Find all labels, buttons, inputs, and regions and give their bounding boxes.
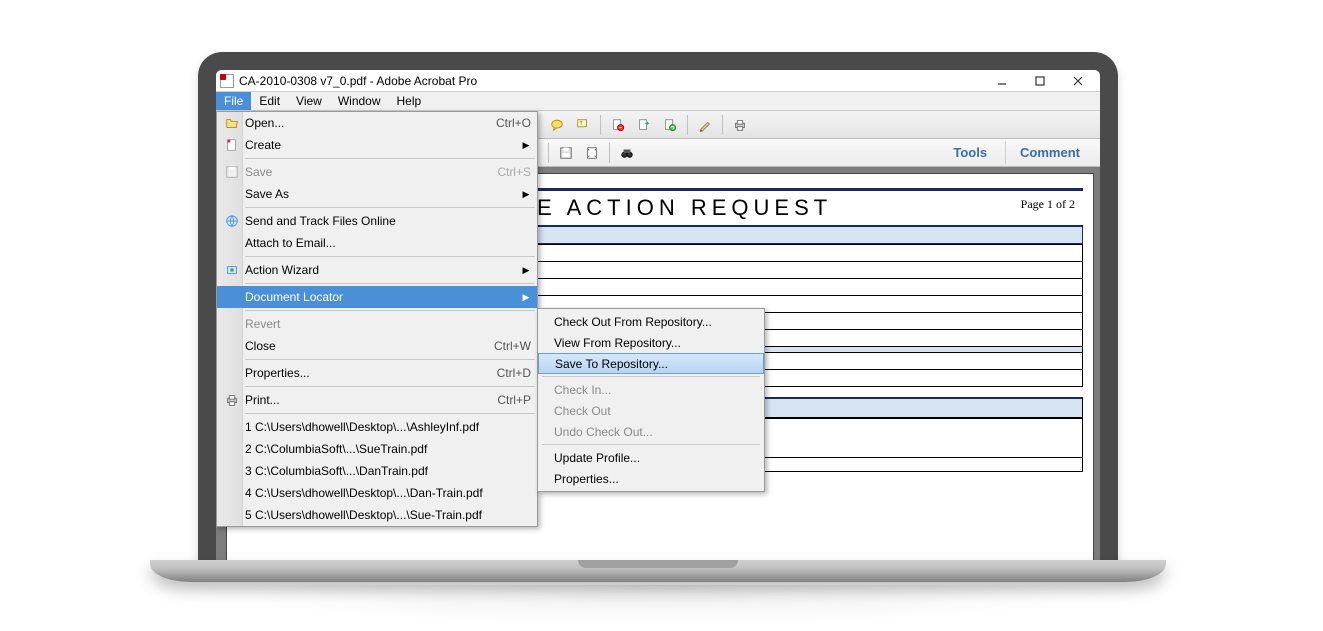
create-doc-icon: [221, 138, 243, 152]
submenu-save-to-repo[interactable]: Save To Repository...: [538, 353, 764, 374]
menu-recent-4[interactable]: 4 C:\Users\dhowell\Desktop\...\Dan-Train…: [217, 482, 537, 504]
open-folder-icon: [221, 116, 243, 130]
submenu-view[interactable]: View From Repository...: [538, 332, 764, 353]
window-title: CA-2010-0308 v7_0.pdf - Adobe Acrobat Pr…: [239, 74, 988, 88]
globe-icon: [221, 214, 243, 228]
binoculars-icon[interactable]: [616, 142, 638, 164]
submenu-arrow-icon: ▶: [521, 189, 531, 200]
menu-view[interactable]: View: [288, 92, 330, 110]
submenu-arrow-icon: ▶: [521, 265, 531, 276]
menu-recent-2[interactable]: 2 C:\ColumbiaSoft\...\SueTrain.pdf: [217, 438, 537, 460]
menu-recent-5[interactable]: 5 C:\Users\dhowell\Desktop\...\Sue-Train…: [217, 504, 537, 526]
save-disk-icon: [221, 165, 243, 179]
tab-comment[interactable]: Comment: [1005, 141, 1094, 164]
menu-close[interactable]: Close Ctrl+W: [217, 335, 537, 357]
page-fit-icon[interactable]: [581, 142, 603, 164]
menu-recent-1[interactable]: 1 C:\Users\dhowell\Desktop\...\AshleyInf…: [217, 416, 537, 438]
printer-icon[interactable]: [729, 114, 751, 136]
menu-edit[interactable]: Edit: [251, 92, 288, 110]
menu-action-wizard[interactable]: Action Wizard ▶: [217, 259, 537, 281]
menu-window[interactable]: Window: [330, 92, 389, 110]
submenu-checkout2: Check Out: [538, 400, 764, 421]
pencil-icon[interactable]: [694, 114, 716, 136]
menu-save: Save Ctrl+S: [217, 161, 537, 183]
minimize-button[interactable]: [988, 72, 1016, 90]
submenu-checkin: Check In...: [538, 379, 764, 400]
menu-attach-email[interactable]: Attach to Email...: [217, 232, 537, 254]
menu-document-locator[interactable]: Document Locator ▶: [217, 286, 537, 308]
titlebar: CA-2010-0308 v7_0.pdf - Adobe Acrobat Pr…: [216, 70, 1100, 92]
menu-send-track[interactable]: Send and Track Files Online: [217, 210, 537, 232]
submenu-checkout[interactable]: Check Out From Repository...: [538, 311, 764, 332]
close-button[interactable]: [1064, 72, 1092, 90]
menu-recent-3[interactable]: 3 C:\ColumbiaSoft\...\DanTrain.pdf: [217, 460, 537, 482]
printer-icon: [221, 393, 243, 407]
submenu-properties[interactable]: Properties...: [538, 468, 764, 489]
maximize-button[interactable]: [1026, 72, 1054, 90]
save-icon[interactable]: [555, 142, 577, 164]
doc-export-icon[interactable]: [633, 114, 655, 136]
text-callout-icon[interactable]: T: [572, 114, 594, 136]
menu-print[interactable]: Print... Ctrl+P: [217, 389, 537, 411]
menu-help[interactable]: Help: [389, 92, 430, 110]
doc-title-text: TIVE ACTION REQUEST: [488, 195, 832, 220]
tab-tools[interactable]: Tools: [939, 141, 1001, 164]
comment-bubble-icon[interactable]: [546, 114, 568, 136]
menu-save-as[interactable]: Save As ▶: [217, 183, 537, 205]
doc-refresh-icon[interactable]: [659, 114, 681, 136]
menu-properties[interactable]: Properties... Ctrl+D: [217, 362, 537, 384]
file-menu: Open... Ctrl+O Create ▶ Save Ctrl+S Save…: [216, 111, 538, 527]
submenu-update-profile[interactable]: Update Profile...: [538, 447, 764, 468]
menu-open[interactable]: Open... Ctrl+O: [217, 112, 537, 134]
wizard-icon: [221, 263, 243, 277]
pdf-icon: [220, 74, 234, 88]
document-locator-submenu: Check Out From Repository... View From R…: [537, 308, 765, 492]
doc-delete-icon[interactable]: [607, 114, 629, 136]
submenu-arrow-icon: ▶: [521, 140, 531, 151]
submenu-undo-checkout: Undo Check Out...: [538, 421, 764, 442]
menu-create[interactable]: Create ▶: [217, 134, 537, 156]
menu-file[interactable]: File: [216, 92, 251, 110]
page-number: Page 1 of 2: [1021, 197, 1075, 212]
acrobat-window: CA-2010-0308 v7_0.pdf - Adobe Acrobat Pr…: [216, 70, 1100, 562]
menu-revert: Revert: [217, 313, 537, 335]
submenu-arrow-icon: ▶: [521, 292, 531, 303]
menubar: File Edit View Window Help: [216, 92, 1100, 111]
